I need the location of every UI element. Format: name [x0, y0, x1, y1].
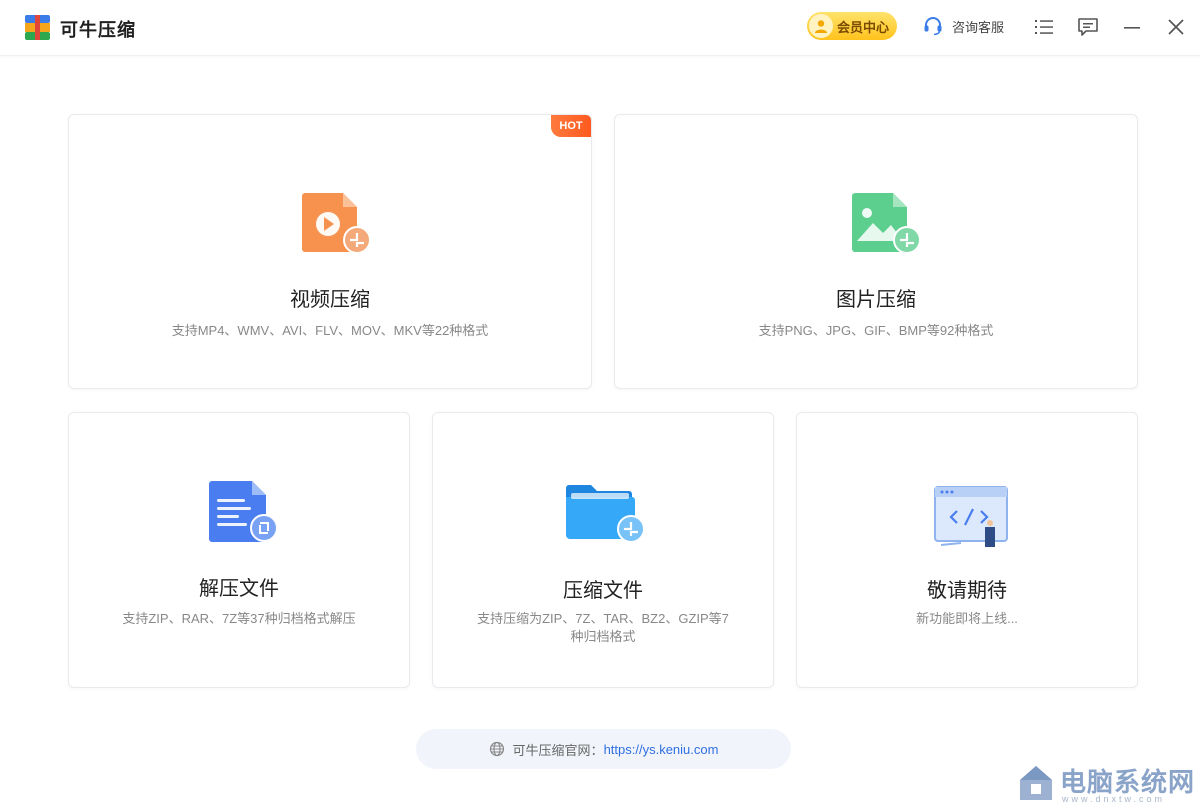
vip-center-button[interactable]: 会员中心 [807, 12, 897, 40]
video-compress-card[interactable]: HOT 视频压缩 支持MP4、WMV、AVI、FLV、MOV、MKV等22种格式 [68, 114, 592, 389]
feedback-button[interactable] [1076, 15, 1100, 39]
user-avatar-icon [809, 14, 833, 38]
minimize-button[interactable] [1120, 15, 1144, 39]
message-icon [1078, 18, 1098, 36]
card-title: 压缩文件 [563, 580, 643, 602]
image-file-icon [852, 193, 921, 254]
card-description: 新功能即将上线... [916, 611, 1018, 626]
card-description: 支持MP4、WMV、AVI、FLV、MOV、MKV等22种格式 [171, 323, 489, 338]
document-icon [209, 481, 278, 542]
official-site-label: 可牛压缩官网： [512, 742, 604, 758]
coming-soon-card: 敬请期待 新功能即将上线... [796, 412, 1138, 688]
code-window-icon [934, 486, 1008, 547]
card-description: 支持压缩为ZIP、7Z、TAR、BZ2、GZIP等7种归档格式 [477, 611, 729, 644]
card-title: 解压文件 [199, 578, 279, 600]
title-bar: 可牛压缩 会员中心 咨询客服 [0, 0, 1200, 56]
minimize-icon [1124, 27, 1140, 29]
app-logo-icon [25, 15, 50, 40]
card-description: 支持PNG、JPG、GIF、BMP等92种格式 [758, 323, 994, 338]
folder-icon [566, 485, 645, 543]
globe-icon [489, 741, 504, 757]
close-button[interactable] [1164, 15, 1188, 39]
official-site-bar: 可牛压缩官网： https://ys.keniu.com [416, 729, 791, 769]
menu-button[interactable] [1032, 15, 1056, 39]
official-site-link[interactable]: https://ys.keniu.com [604, 742, 719, 757]
image-compress-card[interactable]: 图片压缩 支持PNG、JPG、GIF、BMP等92种格式 [614, 114, 1138, 389]
compress-files-card[interactable]: 压缩文件 支持压缩为ZIP、7Z、TAR、BZ2、GZIP等7种归档格式 [432, 412, 774, 688]
video-file-icon [302, 193, 371, 254]
house-logo-icon [1020, 766, 1052, 800]
hot-badge: HOT [551, 115, 591, 137]
card-title: 敬请期待 [927, 580, 1007, 602]
card-description: 支持ZIP、RAR、7Z等37种归档格式解压 [122, 611, 356, 626]
card-title: 视频压缩 [290, 289, 370, 311]
support-label: 咨询客服 [952, 19, 1005, 35]
vip-center-label: 会员中心 [837, 19, 890, 35]
card-title: 图片压缩 [836, 289, 916, 311]
close-icon [1168, 19, 1184, 35]
watermark: 电脑系统网 www.dnxtw.com [1018, 762, 1196, 806]
support-button[interactable]: 咨询客服 [922, 14, 1004, 38]
app-title: 可牛压缩 [60, 20, 136, 40]
extract-files-card[interactable]: 解压文件 支持ZIP、RAR、7Z等37种归档格式解压 [68, 412, 410, 688]
watermark-url: www.dnxtw.com [1062, 794, 1166, 804]
list-menu-icon [1035, 20, 1053, 34]
headset-icon [924, 17, 942, 36]
